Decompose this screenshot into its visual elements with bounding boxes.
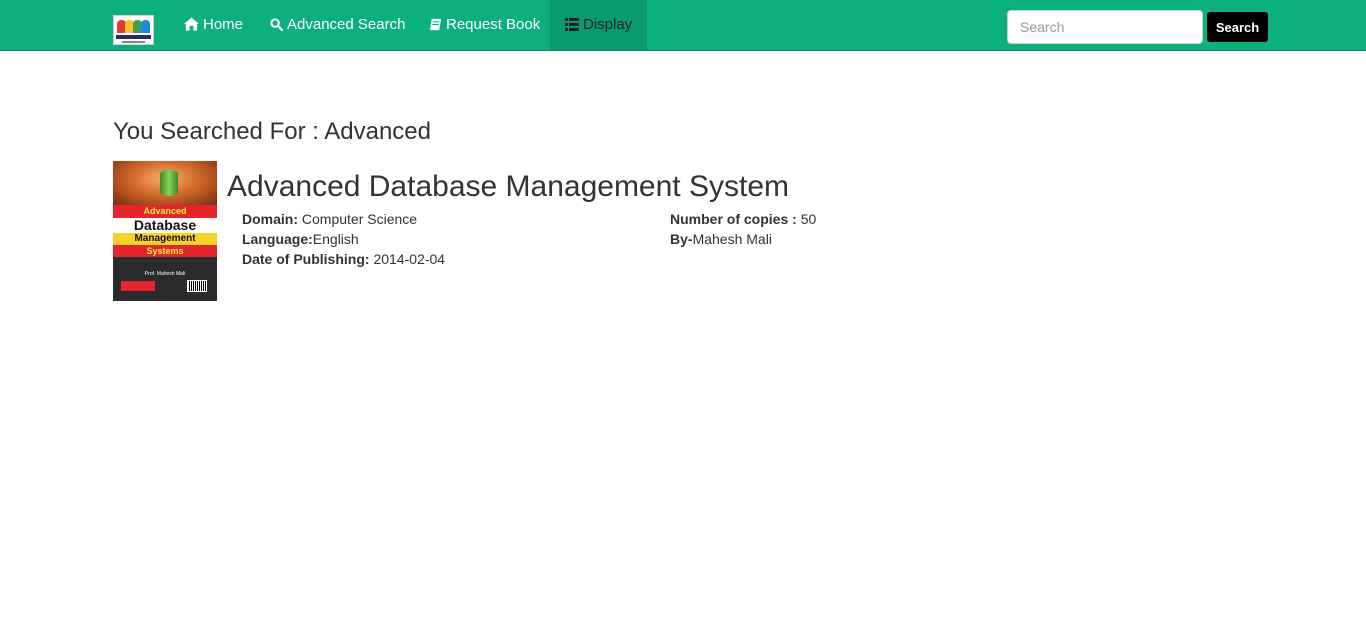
book-language-value: English: [312, 231, 359, 247]
cover-line-3: Management: [113, 233, 217, 245]
cover-publisher-logo: [121, 281, 155, 291]
book-publish-date-value: 2014-02-04: [373, 251, 446, 267]
book-icon: [429, 18, 442, 31]
cover-barcode: [187, 280, 207, 292]
cover-line-4: Systems: [113, 245, 217, 257]
nav-home[interactable]: Home: [184, 0, 243, 50]
cover-bottom: [113, 257, 217, 301]
search-input[interactable]: [1007, 10, 1203, 44]
logo-arc-blue: [141, 20, 150, 33]
list-icon: [565, 18, 579, 31]
book-title[interactable]: Advanced Database Management System: [227, 170, 789, 204]
nav-display[interactable]: Display: [550, 0, 648, 50]
logo-subtext-bar: [122, 41, 145, 43]
nav-advanced-search-label: Advanced Search: [287, 16, 406, 33]
book-publish-date: Date of Publishing: 2014-02-04: [242, 251, 445, 267]
book-author-label: By-: [670, 231, 693, 247]
cover-database-icon: [160, 170, 178, 196]
book-copies-label: Number of copies :: [670, 211, 797, 227]
book-cover-image[interactable]: Advanced Database Management Systems Pro…: [113, 161, 217, 301]
nav-display-label: Display: [583, 16, 633, 33]
cover-author: Prof. Mahesh Mali: [144, 271, 186, 277]
cover-line-2: Database: [113, 218, 217, 233]
book-copies: Number of copies : 50: [670, 211, 816, 227]
book-domain-label: Domain:: [242, 211, 298, 227]
book-language-label: Language:: [242, 231, 313, 247]
search-button[interactable]: Search: [1207, 12, 1268, 42]
nav-request-book-label: Request Book: [446, 16, 541, 33]
logo-text-bar: [116, 35, 151, 39]
library-logo[interactable]: [113, 15, 154, 45]
book-author-value: Mahesh Mali: [692, 231, 772, 247]
book-copies-value: 50: [800, 211, 817, 227]
book-language: Language:English: [242, 231, 359, 247]
search-icon: [270, 18, 284, 32]
book-author: By-Mahesh Mali: [670, 231, 772, 247]
nav-advanced-search[interactable]: Advanced Search: [270, 0, 405, 50]
top-navbar: Home Advanced Search Request Book Displa…: [0, 0, 1366, 51]
book-domain-value: Computer Science: [301, 211, 418, 227]
book-publish-date-label: Date of Publishing:: [242, 251, 370, 267]
home-icon: [184, 17, 199, 31]
nav-request-book[interactable]: Request Book: [429, 0, 540, 50]
book-domain: Domain: Computer Science: [242, 211, 417, 227]
nav-home-label: Home: [203, 16, 244, 33]
search-result-heading: You Searched For : Advanced: [113, 118, 431, 145]
